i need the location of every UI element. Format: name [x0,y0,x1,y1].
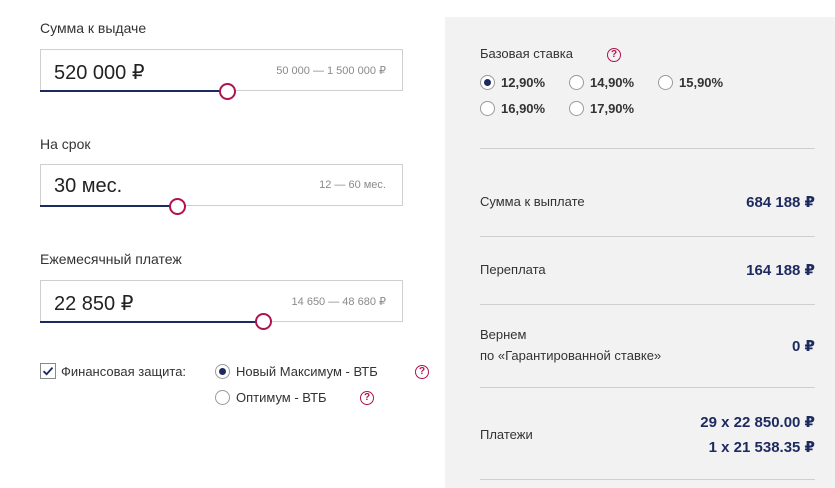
term-value[interactable]: 30 мес. [54,175,122,198]
check-icon [42,367,54,376]
rate-option-radio[interactable] [569,101,584,116]
rate-option-label[interactable]: 14,90% [590,75,634,90]
term-slider-handle[interactable] [169,198,186,215]
term-range: 12 — 60 мес. [319,179,386,191]
base-rate-label: Базовая ставка [480,46,573,61]
payments-line-2: 1 x 21 538.35 ₽ [708,439,815,456]
refund-value: 0 ₽ [792,338,815,355]
amount-label: Сумма к выдаче [40,20,147,36]
protection-option-optimum-radio[interactable] [215,390,230,405]
monthly-value[interactable]: 22 850 ₽ [54,291,133,316]
term-label: На срок [40,136,91,152]
help-icon[interactable]: ? [607,48,621,62]
term-field[interactable]: 30 мес. 12 — 60 мес. [40,164,403,206]
monthly-range: 14 650 — 48 680 ₽ [291,296,386,308]
rate-option-label[interactable]: 12,90% [501,75,545,90]
financial-protection-checkbox[interactable] [40,363,56,379]
rate-option-label[interactable]: 17,90% [590,101,634,116]
monthly-field[interactable]: 22 850 ₽ 14 650 — 48 680 ₽ [40,280,403,322]
term-slider-track[interactable] [40,205,177,207]
rate-option-radio[interactable] [658,75,673,90]
amount-value[interactable]: 520 000 ₽ [54,60,145,85]
divider [480,148,815,149]
overpay-label: Переплата [480,262,546,277]
total-label: Сумма к выплате [480,194,585,209]
rate-option-label[interactable]: 16,90% [501,101,545,116]
amount-range: 50 000 — 1 500 000 ₽ [276,65,386,77]
protection-option-optimum-label[interactable]: Оптимум - ВТБ [236,390,327,405]
divider [480,236,815,237]
amount-slider-track[interactable] [40,90,227,92]
rate-option-radio[interactable] [480,101,495,116]
payments-label: Платежи [480,427,533,442]
total-value: 684 188 ₽ [746,194,815,211]
rate-option-radio[interactable] [480,75,495,90]
rate-option-label[interactable]: 15,90% [679,75,723,90]
amount-slider-handle[interactable] [219,83,236,100]
help-icon[interactable]: ? [415,365,429,379]
monthly-label: Ежемесячный платеж [40,251,182,267]
monthly-slider-track[interactable] [40,321,263,323]
divider [480,479,815,480]
rate-option-radio[interactable] [569,75,584,90]
refund-label-line1: Вернем [480,327,527,342]
overpay-value: 164 188 ₽ [746,262,815,279]
help-icon[interactable]: ? [360,391,374,405]
divider [480,304,815,305]
summary-panel: Базовая ставка ? 12,90% 14,90% 15,90% 16… [445,17,835,488]
financial-protection-label: Финансовая защита: [61,364,187,379]
refund-label-line2: по «Гарантированной ставке» [480,348,662,363]
protection-option-maximum-label[interactable]: Новый Максимум - ВТБ [236,364,378,379]
monthly-slider-handle[interactable] [255,313,272,330]
calculator-inputs: Сумма к выдаче 520 000 ₽ 50 000 — 1 500 … [0,0,445,488]
protection-option-maximum-radio[interactable] [215,364,230,379]
divider [480,387,815,388]
payments-line-1: 29 x 22 850.00 ₽ [700,414,815,431]
